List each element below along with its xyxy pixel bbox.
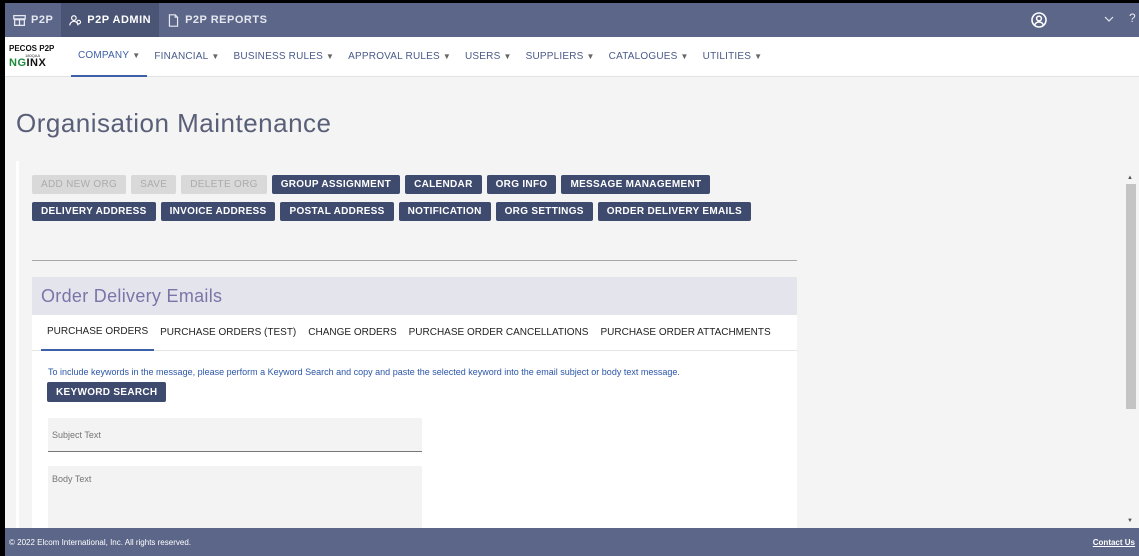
tab-p2p[interactable]: P2P <box>5 3 61 37</box>
tab-p2p-reports[interactable]: P2P REPORTS <box>159 3 275 37</box>
caret-down-icon: ▼ <box>211 52 220 61</box>
add-new-org-button[interactable]: ADD NEW ORG <box>32 175 127 194</box>
vertical-scrollbar[interactable]: ▲ ▼ <box>1122 78 1139 528</box>
panel-header: Order Delivery Emails <box>32 277 797 315</box>
panel-title: Order Delivery Emails <box>41 285 223 306</box>
logo-brand: NGINX <box>9 57 47 69</box>
order-delivery-emails-button[interactable]: ORDER DELIVERY EMAILS <box>597 202 751 221</box>
postal-address-button[interactable]: POSTAL ADDRESS <box>280 202 394 221</box>
invoice-address-button[interactable]: INVOICE ADDRESS <box>160 202 276 221</box>
help-icon[interactable]: ? <box>1129 11 1136 25</box>
message-management-button[interactable]: MESSAGE MANAGEMENT <box>561 175 711 194</box>
nav-approval-rules[interactable]: APPROVAL RULES ▼ <box>341 37 458 77</box>
logo-title: PECOS P2P <box>9 44 55 53</box>
nav-users[interactable]: USERS ▼ <box>458 37 519 77</box>
tab-p2p-admin[interactable]: P2P ADMIN <box>61 3 160 37</box>
subject-text-field[interactable] <box>48 418 422 452</box>
tab-purchase-orders[interactable]: PURCHASE ORDERS <box>41 315 155 351</box>
delete-org-button[interactable]: DELETE ORG <box>181 175 267 194</box>
footer: © 2022 Elcom International, Inc. All rig… <box>5 528 1139 556</box>
org-info-button[interactable]: ORG INFO <box>486 175 557 194</box>
tab-purchase-order-cancellations[interactable]: PURCHASE ORDER CANCELLATIONS <box>403 315 595 351</box>
logo: PECOS P2P 180QAA NGINX <box>5 37 71 77</box>
body-text-field[interactable] <box>48 466 422 536</box>
top-bar: P2P P2P ADMIN P2P REPORTS ? <box>5 3 1139 37</box>
order-delivery-emails-panel: Order Delivery Emails PURCHASE ORDERS PU… <box>32 277 797 537</box>
tab-p2p-label: P2P <box>31 14 54 26</box>
tab-p2p-reports-label: P2P REPORTS <box>185 14 268 26</box>
caret-down-icon: ▼ <box>132 51 141 60</box>
nav-company[interactable]: COMPANY ▼ <box>71 37 148 77</box>
storefront-icon <box>13 14 26 26</box>
nav-suppliers[interactable]: SUPPLIERS ▼ <box>519 37 602 77</box>
keyword-instructions: To include keywords in the message, plea… <box>48 367 680 377</box>
main-nav: PECOS P2P 180QAA NGINX COMPANY ▼ FINANCIA… <box>5 37 1139 77</box>
nav-financial[interactable]: FINANCIAL ▼ <box>147 37 226 77</box>
org-settings-button[interactable]: ORG SETTINGS <box>495 202 593 221</box>
chevron-down-icon[interactable] <box>1104 14 1114 24</box>
nav-catalogues[interactable]: CATALOGUES ▼ <box>602 37 696 77</box>
caret-down-icon: ▼ <box>442 52 452 61</box>
app-frame: P2P P2P ADMIN P2P REPORTS ? PECOS P2P 18… <box>5 3 1139 556</box>
caret-down-icon: ▼ <box>503 52 512 61</box>
keyword-search-button[interactable]: KEYWORD SEARCH <box>47 382 167 402</box>
action-buttons-row-1: ADD NEW ORG SAVE DELETE ORG GROUP ASSIGN… <box>32 175 711 194</box>
group-assignment-button[interactable]: GROUP ASSIGNMENT <box>271 175 401 194</box>
users-icon <box>69 14 82 25</box>
user-circle-icon[interactable] <box>1031 12 1047 28</box>
scroll-thumb[interactable] <box>1126 184 1136 409</box>
caret-down-icon: ▼ <box>326 52 335 61</box>
notification-button[interactable]: NOTIFICATION <box>398 202 491 221</box>
tab-purchase-orders-test[interactable]: PURCHASE ORDERS (TEST) <box>154 315 302 351</box>
contact-us-link[interactable]: Contact Us <box>1093 538 1135 547</box>
main-content: Organisation Maintenance ADD NEW ORG SAV… <box>5 78 1121 537</box>
nav-business-rules[interactable]: BUSINESS RULES ▼ <box>227 37 342 77</box>
subject-text-input[interactable] <box>48 418 422 451</box>
scroll-down-icon[interactable]: ▼ <box>1127 518 1133 524</box>
page-title: Organisation Maintenance <box>16 108 332 138</box>
panel-tabs: PURCHASE ORDERS PURCHASE ORDERS (TEST) C… <box>32 315 797 351</box>
copyright-text: © 2022 Elcom International, Inc. All rig… <box>9 537 191 547</box>
tab-change-orders[interactable]: CHANGE ORDERS <box>302 315 402 351</box>
section-divider <box>32 260 797 261</box>
tab-p2p-admin-label: P2P ADMIN <box>87 14 152 26</box>
nav-utilities[interactable]: UTILITIES ▼ <box>696 37 770 77</box>
left-rule <box>16 161 19 531</box>
scroll-up-icon[interactable]: ▲ <box>1127 175 1133 181</box>
save-button[interactable]: SAVE <box>131 175 177 194</box>
calendar-button[interactable]: CALENDAR <box>405 175 482 194</box>
caret-down-icon: ▼ <box>680 52 689 61</box>
delivery-address-button[interactable]: DELIVERY ADDRESS <box>32 202 156 221</box>
caret-down-icon: ▼ <box>754 52 763 61</box>
body-text-input[interactable] <box>48 466 422 536</box>
document-icon <box>168 13 179 27</box>
tab-purchase-order-attachments[interactable]: PURCHASE ORDER ATTACHMENTS <box>594 315 776 351</box>
action-buttons-row-2: DELIVERY ADDRESS INVOICE ADDRESS POSTAL … <box>32 202 751 221</box>
caret-down-icon: ▼ <box>586 52 595 61</box>
